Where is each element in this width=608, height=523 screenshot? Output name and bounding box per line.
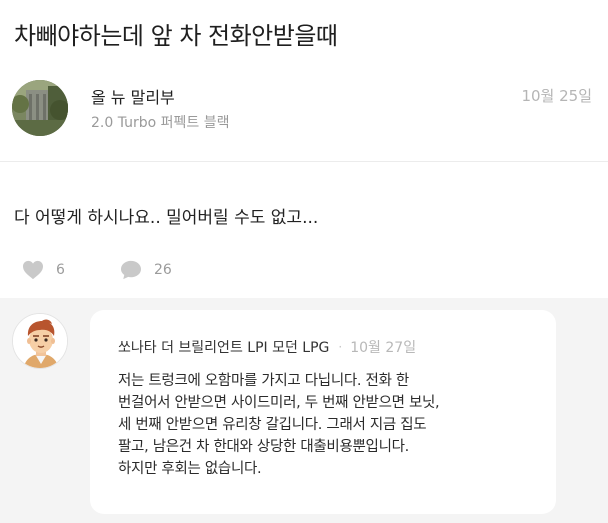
comment-section: 쏘나타 더 브릴리언트 LPI 모던 LPG · 10월 27일 저는 트렁크에… xyxy=(0,298,608,523)
commenter-avatar[interactable] xyxy=(12,313,68,369)
commenter-car-model[interactable]: 쏘나타 더 브릴리언트 LPI 모던 LPG xyxy=(118,337,329,357)
author-avatar[interactable] xyxy=(12,80,68,136)
cartoon-person-icon xyxy=(13,314,67,368)
comment-button[interactable]: 26 xyxy=(120,258,172,282)
comment-meta: 쏘나타 더 브릴리언트 LPI 모던 LPG · 10월 27일 xyxy=(118,337,416,357)
heart-icon xyxy=(23,260,43,280)
speech-bubble-icon xyxy=(121,260,141,280)
comment-line: 하지만 후회는 없습니다. xyxy=(118,461,262,477)
comment-line: 세 번째 안받으면 유리창 갈깁니다. 그래서 지금 집도 xyxy=(118,417,427,433)
divider xyxy=(0,161,608,162)
like-count: 6 xyxy=(56,262,65,278)
author-car-model: 2.0 Turbo 퍼펙트 블랙 xyxy=(91,115,230,131)
author-avatar-image xyxy=(12,80,68,136)
comment-line: 팔고, 남은건 차 한대와 상당한 대출비용뿐입니다. xyxy=(118,439,409,455)
comment-text: 저는 트렁크에 오함마를 가지고 다닙니다. 전화 한 번걸어서 안받으면 사이… xyxy=(118,370,548,480)
comment-count: 26 xyxy=(154,262,172,278)
comment-line: 저는 트렁크에 오함마를 가지고 다닙니다. 전화 한 xyxy=(118,373,409,389)
author-row: 올 뉴 말리부 2.0 Turbo 퍼펙트 블랙 10월 25일 xyxy=(12,78,596,138)
meta-separator: · xyxy=(338,340,343,354)
comment-date: 10월 27일 xyxy=(350,340,417,356)
comment-bubble: 쏘나타 더 브릴리언트 LPI 모던 LPG · 10월 27일 저는 트렁크에… xyxy=(90,310,556,514)
post-body: 다 어떻게 하시나요.. 밀어버릴 수도 없고... xyxy=(14,208,319,228)
comment-line: 번걸어서 안받으면 사이드미러, 두 번째 안받으면 보닛, xyxy=(118,395,440,411)
post-title: 차빼야하는데 앞 차 전화안받을때 xyxy=(14,22,338,50)
author-name[interactable]: 올 뉴 말리부 xyxy=(91,84,175,108)
post-date: 10월 25일 xyxy=(521,87,592,105)
like-button[interactable]: 6 xyxy=(22,258,65,282)
